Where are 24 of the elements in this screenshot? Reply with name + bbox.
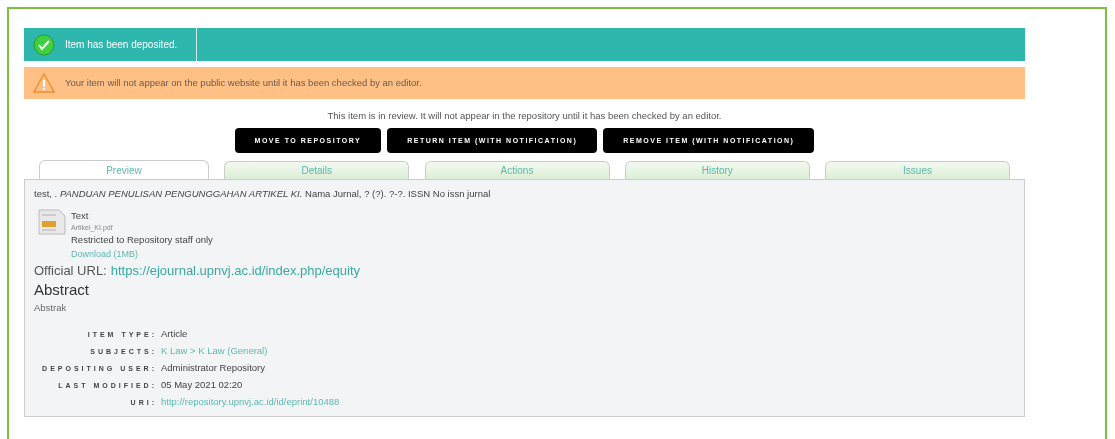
document-icon — [38, 208, 66, 235]
document-format: Text — [71, 208, 90, 223]
tab[interactable]: Actions — [424, 161, 610, 180]
official-url-link[interactable]: https://ejournal.upnvj.ac.id/index.php/equity — [110, 261, 361, 281]
warning-icon — [32, 72, 56, 94]
tab[interactable]: Details — [224, 161, 410, 180]
download-link[interactable]: Download (1MB) — [71, 247, 213, 261]
official-url-label: Official URL: — [34, 262, 107, 280]
warning-message: Your item will not appear on the public website until it has been checked by an editor. — [65, 75, 422, 90]
detail-link[interactable]: K Law > K Law (General) — [161, 343, 268, 358]
detail-value: Article — [161, 326, 188, 341]
citation: test, . PANDUAN PENULISAN PENGUNGGAHAN ARTIKEL KI. Nama Jurnal, ? (?). ?-?. ISSN No issn jurnal — [34, 187, 492, 202]
detail-link[interactable]: http://repository.upnvj.ac.id/id/eprint/10488 — [161, 394, 340, 409]
detail-value: 05 May 2021 02:20 — [161, 377, 243, 392]
tab[interactable]: Preview — [39, 160, 209, 180]
tab[interactable]: Issues — [825, 161, 1010, 180]
check-icon — [33, 33, 55, 56]
detail-value: Administrator Repository — [161, 360, 265, 375]
success-message: Item has been deposited. — [65, 38, 178, 52]
review-note: This item is in review. It will not appear in the repository until it has been checked by an editor. — [326, 109, 723, 123]
access-note: Restricted to Repository staff only — [71, 233, 213, 248]
abstract-text: Abstrak — [34, 300, 68, 315]
tab[interactable]: History — [624, 161, 810, 180]
abstract-heading: Abstract — [34, 280, 91, 299]
